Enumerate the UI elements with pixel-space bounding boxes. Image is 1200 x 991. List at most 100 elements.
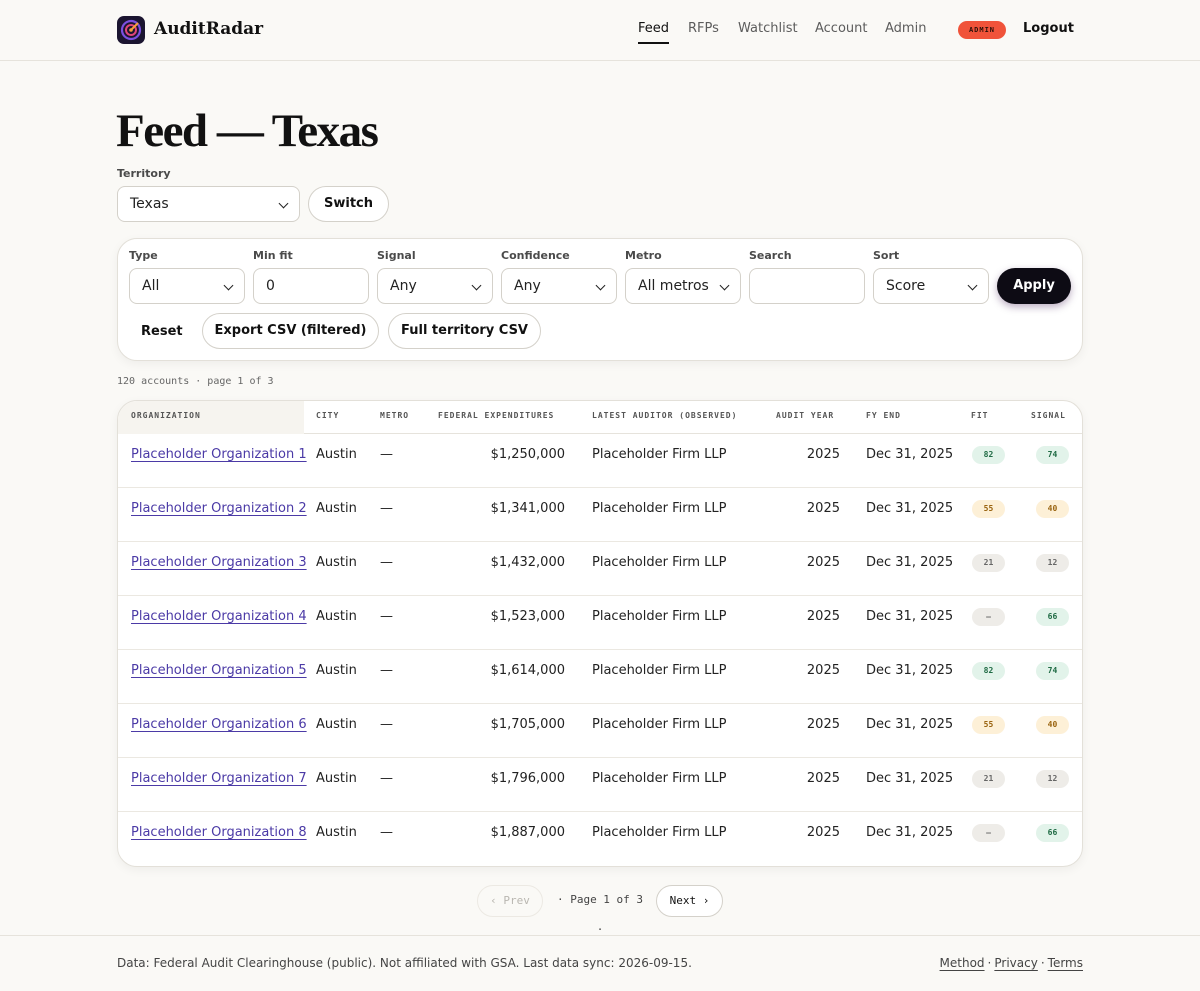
export-filtered-csv-button[interactable]: Export CSV (filtered) <box>202 313 379 349</box>
fit-score-badge: 55 <box>972 500 1005 518</box>
column-header-signal[interactable]: SIGNAL <box>1031 411 1066 420</box>
sort-label: Sort <box>873 249 900 262</box>
type-select[interactable]: All <box>129 268 245 304</box>
nav-rfps[interactable]: RFPs <box>688 21 719 36</box>
org-link[interactable]: Placeholder Organization 2 <box>131 501 307 516</box>
federal-expenditures-cell: $1,341,000 <box>490 501 565 516</box>
city-cell: Austin <box>316 717 357 732</box>
column-header-audit-year[interactable]: AUDIT YEAR <box>776 411 834 420</box>
audit-year-cell: 2025 <box>806 825 840 840</box>
column-header-federal-expenditures[interactable]: FEDERAL EXPENDITURES <box>438 411 554 420</box>
search-label: Search <box>749 249 792 262</box>
nav-feed[interactable]: Feed <box>638 21 670 44</box>
footer-separator: · <box>987 956 992 970</box>
org-link[interactable]: Placeholder Organization 7 <box>131 771 307 786</box>
org-link[interactable]: Placeholder Organization 8 <box>131 825 307 840</box>
signal-score-badge: 40 <box>1036 716 1069 734</box>
nav-account[interactable]: Account <box>815 21 868 36</box>
fy-end-cell: Dec 31, 2025 <box>866 447 954 462</box>
min-fit-input[interactable] <box>253 268 369 304</box>
territory-label: Territory <box>117 167 171 180</box>
audit-year-cell: 2025 <box>806 771 840 786</box>
federal-expenditures-cell: $1,250,000 <box>490 447 565 462</box>
apply-button[interactable]: Apply <box>997 268 1071 304</box>
table-row[interactable]: Placeholder Organization 1 Austin — $1,250,… <box>118 434 1082 488</box>
brand-name[interactable]: AuditRadar <box>154 19 263 39</box>
metro-cell: — <box>380 555 393 570</box>
accounts-table: ORGANIZATION CITY METRO FEDERAL EXPENDIT… <box>117 400 1083 867</box>
territory-select[interactable]: Texas <box>117 186 300 222</box>
metro-select[interactable]: All metros <box>625 268 741 304</box>
sort-value: Score <box>886 278 926 294</box>
org-link[interactable]: Placeholder Organization 1 <box>131 447 307 462</box>
city-cell: Austin <box>316 663 357 678</box>
federal-expenditures-cell: $1,614,000 <box>490 663 565 678</box>
confidence-select[interactable]: Any <box>501 268 617 304</box>
fy-end-cell: Dec 31, 2025 <box>866 771 954 786</box>
signal-score-badge: 66 <box>1036 608 1069 626</box>
table-row[interactable]: Placeholder Organization 7 Austin — $1,796,… <box>118 758 1082 812</box>
fy-end-cell: Dec 31, 2025 <box>866 717 954 732</box>
search-input[interactable] <box>749 268 865 304</box>
signal-score-badge: 12 <box>1036 554 1069 572</box>
org-link[interactable]: Placeholder Organization 4 <box>131 609 307 624</box>
metro-cell: — <box>380 663 393 678</box>
org-link[interactable]: Placeholder Organization 6 <box>131 717 307 732</box>
fy-end-cell: Dec 31, 2025 <box>866 609 954 624</box>
table-row[interactable]: Placeholder Organization 4 Austin — $1,523,… <box>118 596 1082 650</box>
metro-label: Metro <box>625 249 662 262</box>
table-row[interactable]: Placeholder Organization 2 Austin — $1,341,… <box>118 488 1082 542</box>
logout-button[interactable]: Logout <box>1023 21 1074 36</box>
signal-score-badge: 40 <box>1036 500 1069 518</box>
table-row[interactable]: Placeholder Organization 3 Austin — $1,432,… <box>118 542 1082 596</box>
fit-score-badge: 55 <box>972 716 1005 734</box>
metro-cell: — <box>380 717 393 732</box>
chevron-down-icon <box>719 280 730 291</box>
org-link[interactable]: Placeholder Organization 5 <box>131 663 307 678</box>
chevron-down-icon <box>278 198 289 209</box>
next-page-button[interactable]: Next › <box>656 885 723 917</box>
type-label: Type <box>129 249 158 262</box>
table-row[interactable]: Placeholder Organization 8 Austin — $1,887,… <box>118 812 1082 866</box>
signal-select[interactable]: Any <box>377 268 493 304</box>
radar-logo-icon[interactable] <box>117 16 145 44</box>
fit-score-badge: — <box>972 608 1005 626</box>
column-header-fy-end[interactable]: FY END <box>866 411 901 420</box>
audit-year-cell: 2025 <box>806 447 840 462</box>
column-header-city[interactable]: CITY <box>316 411 339 420</box>
column-header-organization[interactable]: ORGANIZATION <box>131 411 201 420</box>
reset-button[interactable]: Reset <box>141 324 183 339</box>
switch-button[interactable]: Switch <box>308 186 389 222</box>
auditor-cell: Placeholder Firm LLP <box>592 447 727 462</box>
table-row[interactable]: Placeholder Organization 5 Austin — $1,614,… <box>118 650 1082 704</box>
nav-watchlist[interactable]: Watchlist <box>738 21 798 36</box>
fit-score-badge: 21 <box>972 770 1005 788</box>
fit-score-badge: 82 <box>972 446 1005 464</box>
org-link[interactable]: Placeholder Organization 3 <box>131 555 307 570</box>
footer-link-terms[interactable]: Terms <box>1048 956 1083 970</box>
table-row[interactable]: Placeholder Organization 6 Austin — $1,705,… <box>118 704 1082 758</box>
footer-divider <box>0 935 1200 936</box>
nav-admin[interactable]: Admin <box>885 21 926 36</box>
city-cell: Austin <box>316 609 357 624</box>
chevron-down-icon <box>471 280 482 291</box>
column-header-metro[interactable]: METRO <box>380 411 409 420</box>
metro-cell: — <box>380 825 393 840</box>
column-header-latest-auditor[interactable]: LATEST AUDITOR (OBSERVED) <box>592 411 737 420</box>
column-header-fit[interactable]: FIT <box>971 411 988 420</box>
sort-select[interactable]: Score <box>873 268 989 304</box>
fy-end-cell: Dec 31, 2025 <box>866 663 954 678</box>
fy-end-cell: Dec 31, 2025 <box>866 825 954 840</box>
footer-disclaimer: Data: Federal Audit Clearinghouse (publi… <box>117 956 692 970</box>
auditor-cell: Placeholder Firm LLP <box>592 771 727 786</box>
fit-score-badge: 82 <box>972 662 1005 680</box>
federal-expenditures-cell: $1,887,000 <box>490 825 565 840</box>
footer-links: Method · Privacy · Terms <box>940 956 1083 970</box>
footer-separator: · <box>1040 956 1045 970</box>
auditor-cell: Placeholder Firm LLP <box>592 609 727 624</box>
footer-link-privacy[interactable]: Privacy <box>994 956 1037 970</box>
prev-page-button[interactable]: ‹ Prev <box>477 885 543 917</box>
export-full-csv-button[interactable]: Full territory CSV <box>388 313 541 349</box>
footer-link-method[interactable]: Method <box>940 956 985 970</box>
auditor-cell: Placeholder Firm LLP <box>592 555 727 570</box>
